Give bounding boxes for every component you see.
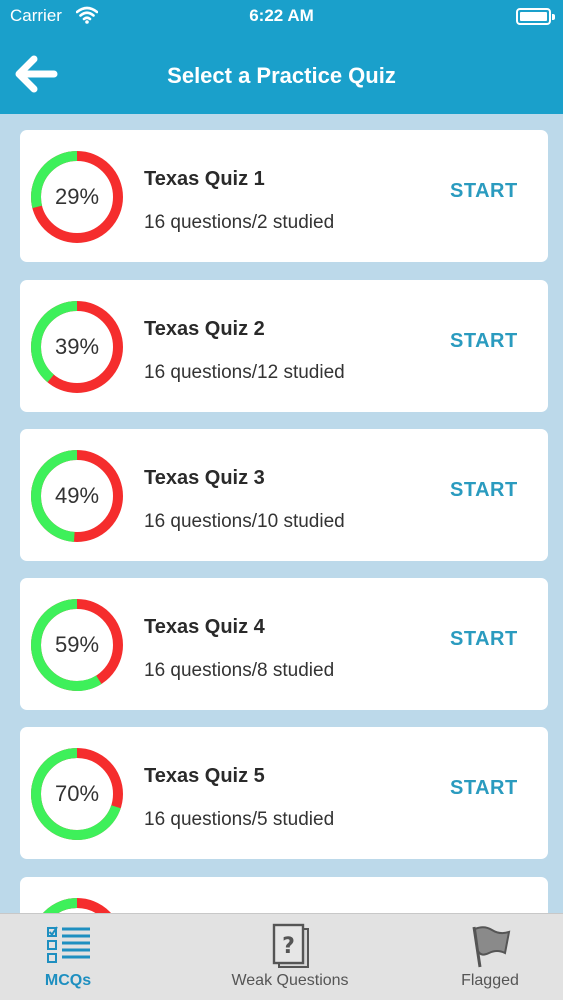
quiz-title: Texas Quiz 3 [144,467,265,489]
quiz-card[interactable]: 39% Texas Quiz 2 16 questions/12 studied… [20,280,548,412]
progress-percent: 70% [54,781,100,806]
flag-icon [472,926,511,968]
svg-text:?: ? [282,934,295,959]
tab-flagged[interactable]: Flagged [440,914,540,1000]
status-bar: Carrier 6:22 AM [0,0,563,32]
quiz-title: Texas Quiz 4 [144,616,265,638]
start-button[interactable]: START [450,777,518,800]
tab-label: MCQs [44,972,92,989]
quiz-list[interactable]: 29% Texas Quiz 1 16 questions/2 studied … [0,114,563,913]
navigation-header: Carrier 6:22 AM Select a Practice Quiz [0,0,563,114]
progress-percent: 39% [54,334,100,359]
quiz-detail: 16 questions/8 studied [144,660,335,681]
start-button[interactable]: START [450,330,518,353]
progress-percent: 59% [54,632,100,657]
start-button[interactable]: START [450,479,518,502]
start-button[interactable]: START [450,628,518,651]
start-button[interactable]: START [450,180,518,203]
quiz-card[interactable]: 29% Texas Quiz 1 16 questions/2 studied … [20,130,548,262]
page-title: Select a Practice Quiz [167,63,396,88]
quiz-detail: 16 questions/12 studied [144,362,345,383]
battery-icon [516,8,555,25]
quiz-detail: 16 questions/2 studied [144,212,335,233]
quiz-title: Texas Quiz 5 [144,765,265,787]
progress-ring [31,898,123,913]
tab-label: Flagged [461,972,519,989]
quiz-card[interactable]: 49% Texas Quiz 3 16 questions/10 studied… [20,429,548,561]
progress-percent: 49% [54,483,100,508]
tab-bar: MCQs ? Weak Questions Flagged [0,913,563,1000]
tab-mcqs[interactable]: MCQs [0,914,136,1000]
quiz-title: Texas Quiz 1 [144,168,265,190]
tab-weak-questions[interactable]: ? Weak Questions [210,914,370,1000]
quiz-detail: 16 questions/10 studied [144,511,345,532]
progress-percent: 29% [54,184,100,209]
clock: 6:22 AM [249,6,314,25]
checklist-icon [47,926,90,963]
question-card-icon: ? [272,923,309,968]
quiz-card[interactable]: 70% Texas Quiz 5 16 questions/5 studied … [20,727,548,859]
quiz-detail: 16 questions/5 studied [144,809,335,830]
quiz-card[interactable] [20,877,548,913]
tab-label: Weak Questions [231,972,349,989]
quiz-title: Texas Quiz 2 [144,318,265,340]
quiz-card[interactable]: 59% Texas Quiz 4 16 questions/8 studied … [20,578,548,710]
